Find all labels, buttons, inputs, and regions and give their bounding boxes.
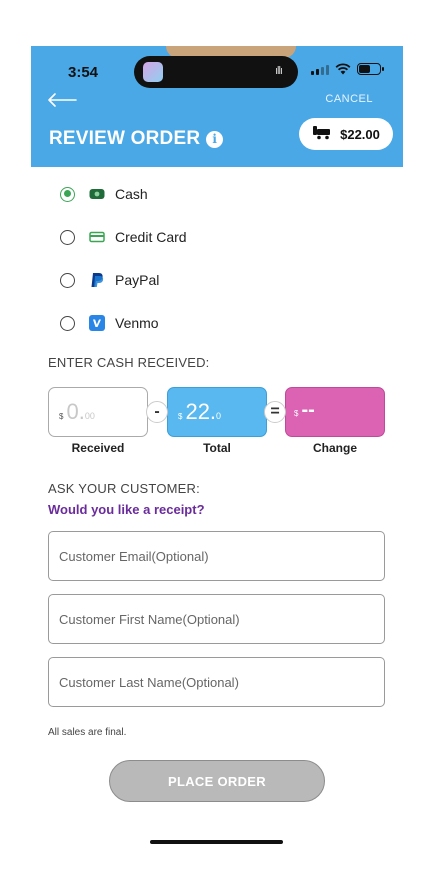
- cash-section-label: ENTER CASH RECEIVED:: [48, 355, 210, 370]
- cash-received-input[interactable]: $ 0. 00: [48, 387, 148, 437]
- payment-option-paypal[interactable]: PayPal: [60, 269, 159, 291]
- cancel-button[interactable]: CANCEL: [325, 93, 373, 105]
- change-display: $ --: [285, 387, 385, 437]
- dynamic-island: ıllı: [134, 56, 298, 88]
- customer-email-field[interactable]: [48, 531, 385, 581]
- customer-last-name-field[interactable]: [48, 657, 385, 707]
- total-whole: 22.: [185, 399, 217, 424]
- page-title-text: REVIEW ORDER: [49, 128, 201, 149]
- wifi-icon: [335, 63, 351, 75]
- payment-option-credit-card[interactable]: Credit Card: [60, 226, 187, 248]
- minus-sign: -: [146, 401, 168, 423]
- received-cents: 00: [84, 411, 95, 421]
- payment-option-label: Credit Card: [115, 229, 187, 245]
- status-time: 3:54: [68, 64, 99, 81]
- currency-symbol: $: [294, 409, 299, 418]
- total-caption: Total: [203, 441, 231, 455]
- cart-total-button[interactable]: $22.00: [299, 118, 393, 150]
- app-thumbnail-icon: [143, 62, 163, 82]
- total-display: $ 22. 0: [167, 387, 267, 437]
- battery-icon: [357, 63, 384, 75]
- info-icon[interactable]: i: [206, 130, 224, 148]
- equals-sign: =: [264, 401, 286, 423]
- credit-card-icon: [89, 230, 105, 244]
- received-whole: 0.: [66, 399, 85, 424]
- radio-unselected-icon[interactable]: [60, 272, 75, 288]
- paypal-icon: [89, 273, 105, 287]
- back-arrow-icon[interactable]: [46, 91, 78, 109]
- currency-symbol: $: [59, 412, 64, 421]
- currency-symbol: $: [178, 412, 183, 421]
- receipt-question: Would you like a receipt?: [48, 502, 205, 517]
- payment-option-venmo[interactable]: Venmo: [60, 312, 159, 334]
- radio-unselected-icon[interactable]: [60, 229, 75, 245]
- customer-section-label: ASK YOUR CUSTOMER:: [48, 481, 200, 496]
- payment-option-label: Cash: [115, 186, 148, 202]
- radio-unselected-icon[interactable]: [60, 315, 75, 331]
- change-amount: --: [301, 399, 315, 421]
- page-title: REVIEW ORDER i: [49, 128, 224, 150]
- status-icons: [311, 63, 384, 75]
- customer-first-name-field[interactable]: [48, 594, 385, 644]
- payment-option-label: Venmo: [115, 315, 159, 331]
- cart-icon: [312, 124, 332, 145]
- signal-icon: [311, 63, 329, 75]
- total-value: $ 22. 0: [178, 399, 221, 425]
- place-order-button[interactable]: PLACE ORDER: [109, 760, 325, 802]
- venmo-icon: [89, 315, 105, 331]
- cash-received-value: $ 0. 00: [59, 399, 95, 425]
- payment-option-cash[interactable]: Cash: [60, 183, 148, 205]
- change-value: $ --: [294, 399, 315, 422]
- review-order-screen: 3:54 ıllı CANCEL REVIEW ORDER i $22.00 C…: [0, 0, 424, 878]
- audio-wave-icon: ıllı: [275, 65, 283, 77]
- header: 3:54 ıllı CANCEL REVIEW ORDER i $22.00: [31, 46, 403, 167]
- radio-selected-icon[interactable]: [60, 186, 75, 202]
- payment-option-label: PayPal: [115, 272, 160, 288]
- received-caption: Received: [71, 441, 125, 455]
- cash-icon: [89, 187, 105, 201]
- change-caption: Change: [312, 441, 357, 455]
- cart-total-amount: $22.00: [340, 126, 380, 142]
- total-cents: 0: [216, 411, 222, 421]
- sales-final-note: All sales are final.: [48, 727, 127, 738]
- home-indicator[interactable]: [150, 840, 283, 844]
